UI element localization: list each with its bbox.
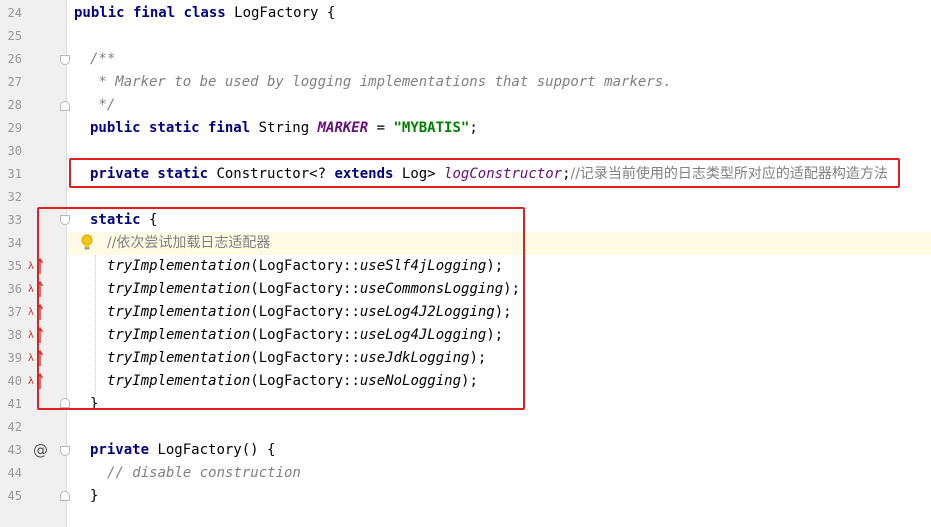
code-line-26[interactable]: /** bbox=[90, 48, 931, 71]
line-number: 43 bbox=[7, 443, 22, 457]
line-number: 31 bbox=[7, 167, 22, 181]
doc-comment: * Marker to be used by logging implement… bbox=[90, 74, 672, 90]
lambda-icon[interactable]: λ bbox=[28, 370, 34, 393]
line-number: 26 bbox=[7, 52, 22, 66]
code-line-29[interactable]: public static final String MARKER = "MYB… bbox=[90, 117, 931, 140]
field-name: MARKER bbox=[317, 120, 369, 136]
line-number: 40 bbox=[7, 374, 22, 388]
lambda-icon[interactable]: λ bbox=[28, 324, 34, 347]
line-number: 39 bbox=[7, 351, 22, 365]
fold-marker-icon[interactable] bbox=[60, 446, 70, 456]
line-number: 34 bbox=[7, 236, 22, 250]
fold-marker-icon[interactable] bbox=[60, 491, 70, 501]
line-number: 38 bbox=[7, 328, 22, 342]
line-number: 33 bbox=[7, 213, 22, 227]
doc-comment: /** bbox=[90, 51, 116, 67]
doc-comment: */ bbox=[90, 97, 116, 113]
line-number: 45 bbox=[7, 489, 22, 503]
brace: } bbox=[90, 488, 99, 504]
line-number: 27 bbox=[7, 75, 22, 89]
code-line-24[interactable]: public final class LogFactory { bbox=[74, 2, 931, 25]
keyword: public final class bbox=[74, 5, 226, 21]
line-number: 36 bbox=[7, 282, 22, 296]
fold-marker-icon[interactable] bbox=[60, 101, 70, 111]
line-number: 41 bbox=[7, 397, 22, 411]
override-at-icon[interactable]: @ bbox=[33, 439, 48, 462]
lambda-icon[interactable]: λ bbox=[28, 347, 34, 370]
keyword: public static final bbox=[90, 120, 251, 136]
highlight-box-static-block bbox=[37, 207, 525, 410]
code-line-44[interactable]: // disable construction bbox=[107, 462, 931, 485]
line-number: 32 bbox=[7, 190, 22, 204]
lambda-icon[interactable]: λ bbox=[28, 278, 34, 301]
operator: = bbox=[368, 120, 394, 136]
lambda-icon[interactable]: λ bbox=[28, 301, 34, 324]
code-line-27[interactable]: * Marker to be used by logging implement… bbox=[90, 71, 931, 94]
string-literal: "MYBATIS" bbox=[393, 120, 470, 136]
line-number: 42 bbox=[7, 420, 22, 434]
semicolon: ; bbox=[469, 120, 478, 136]
type-name: String bbox=[250, 120, 318, 136]
line-number: 35 bbox=[7, 259, 22, 273]
line-number: 30 bbox=[7, 144, 22, 158]
code-line-28[interactable]: */ bbox=[90, 94, 931, 117]
line-number: 44 bbox=[7, 466, 22, 480]
class-name: LogFactory { bbox=[225, 5, 336, 21]
constructor-signature: LogFactory() { bbox=[149, 442, 276, 458]
line-number: 25 bbox=[7, 29, 22, 43]
highlight-box-field bbox=[69, 158, 900, 188]
line-number: 37 bbox=[7, 305, 22, 319]
keyword: private bbox=[90, 442, 150, 458]
line-number: 28 bbox=[7, 98, 22, 112]
line-number: 24 bbox=[7, 6, 22, 20]
lambda-icon[interactable]: λ bbox=[28, 255, 34, 278]
code-line-43[interactable]: private LogFactory() { bbox=[90, 439, 931, 462]
code-line-45[interactable]: } bbox=[90, 485, 931, 508]
fold-marker-icon[interactable] bbox=[60, 55, 70, 65]
line-number: 29 bbox=[7, 121, 22, 135]
line-comment: // disable construction bbox=[107, 465, 301, 481]
